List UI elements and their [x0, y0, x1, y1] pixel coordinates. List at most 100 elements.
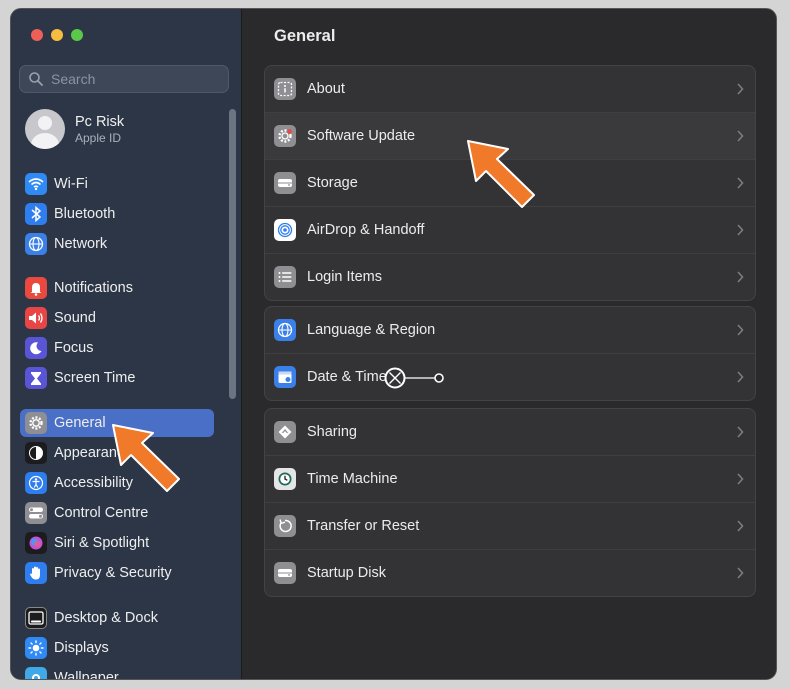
chevron-right-icon	[737, 83, 744, 95]
accessibility-icon	[25, 472, 47, 494]
row-label: Time Machine	[307, 471, 398, 487]
siri-icon	[25, 532, 47, 554]
row-label: AirDrop & Handoff	[307, 222, 425, 238]
speaker-icon	[25, 307, 47, 329]
sidebar-item-label: Bluetooth	[54, 206, 116, 222]
sidebar-item-desktop-dock[interactable]: Desktop & Dock	[20, 604, 214, 632]
moon-icon	[25, 337, 47, 359]
hand-icon	[25, 562, 47, 584]
row-language-region[interactable]: Language & Region	[265, 307, 755, 353]
row-label: Transfer or Reset	[307, 518, 420, 534]
sidebar-item-notifications[interactable]: Notifications	[20, 274, 214, 302]
row-label: Startup Disk	[307, 565, 386, 581]
apple-id-account[interactable]: Pc Risk Apple ID	[25, 109, 124, 149]
search-icon	[29, 72, 43, 86]
page-title: General	[274, 27, 336, 45]
sharing-icon	[274, 421, 296, 443]
sidebar-item-label: Displays	[54, 640, 109, 656]
row-transfer-reset[interactable]: Transfer or Reset	[265, 502, 755, 549]
system-settings-window: Pc Risk Apple ID Wi-Fi Bluetooth Network	[10, 8, 777, 680]
sidebar-item-label: Notifications	[54, 280, 133, 296]
settings-group-locale: Language & Region Date & Time	[264, 306, 756, 401]
reset-icon	[274, 515, 296, 537]
chevron-right-icon	[737, 426, 744, 438]
sidebar-item-sound[interactable]: Sound	[20, 304, 214, 332]
clock-icon	[274, 468, 296, 490]
close-button[interactable]	[31, 29, 43, 41]
disk-icon	[274, 172, 296, 194]
row-time-machine[interactable]: Time Machine	[265, 455, 755, 502]
chevron-right-icon	[737, 177, 744, 189]
sidebar-item-label: Screen Time	[54, 370, 136, 386]
dock-icon	[25, 607, 47, 629]
row-label: Language & Region	[307, 322, 436, 338]
sidebar-item-displays[interactable]: Displays	[20, 634, 214, 662]
row-sharing[interactable]: Sharing	[265, 409, 755, 455]
main-pane: General About Software Update Storage Ai…	[242, 9, 776, 679]
sidebar-item-label: Focus	[54, 340, 94, 356]
row-label: Login Items	[307, 269, 382, 285]
chevron-right-icon	[737, 324, 744, 336]
sidebar-item-control-centre[interactable]: Control Centre	[20, 499, 214, 527]
calendar-icon	[274, 366, 296, 388]
sidebar-item-network[interactable]: Network	[20, 230, 214, 258]
sidebar-scrollbar[interactable]	[229, 109, 236, 399]
row-about[interactable]: About	[265, 66, 755, 112]
toggles-icon	[25, 502, 47, 524]
sidebar-item-focus[interactable]: Focus	[20, 334, 214, 362]
appearance-icon	[25, 442, 47, 464]
row-label: About	[307, 81, 345, 97]
cursor-crosshair-icon	[384, 367, 444, 389]
minimize-button[interactable]	[51, 29, 63, 41]
gear-badge-icon	[274, 125, 296, 147]
sidebar-item-wifi[interactable]: Wi-Fi	[20, 170, 214, 198]
search-input[interactable]	[49, 70, 223, 88]
settings-group-maintenance: Sharing Time Machine Transfer or Reset S…	[264, 408, 756, 597]
row-label: Storage	[307, 175, 358, 191]
sidebar-item-privacy-security[interactable]: Privacy & Security	[20, 559, 214, 587]
avatar	[25, 109, 65, 149]
row-startup-disk[interactable]: Startup Disk	[265, 549, 755, 596]
sidebar-item-label: Wallpaper	[54, 670, 119, 680]
search-field[interactable]	[19, 65, 229, 93]
chevron-right-icon	[737, 371, 744, 383]
hourglass-icon	[25, 367, 47, 389]
globe-icon	[274, 319, 296, 341]
row-date-time[interactable]: Date & Time	[265, 353, 755, 400]
info-icon	[274, 78, 296, 100]
chevron-right-icon	[737, 130, 744, 142]
sidebar: Pc Risk Apple ID Wi-Fi Bluetooth Network	[11, 9, 242, 679]
zoom-button[interactable]	[71, 29, 83, 41]
account-name: Pc Risk	[75, 113, 125, 130]
row-login-items[interactable]: Login Items	[265, 253, 755, 300]
bell-icon	[25, 277, 47, 299]
gear-icon	[25, 412, 47, 434]
row-label: Sharing	[307, 424, 357, 440]
chevron-right-icon	[737, 224, 744, 236]
chevron-right-icon	[737, 271, 744, 283]
globe-icon	[25, 233, 47, 255]
sidebar-item-siri-spotlight[interactable]: Siri & Spotlight	[20, 529, 214, 557]
airdrop-icon	[274, 219, 296, 241]
chevron-right-icon	[737, 567, 744, 579]
annotation-arrow-software-update	[467, 140, 535, 208]
annotation-arrow-general	[112, 424, 180, 492]
sidebar-item-wallpaper[interactable]: Wallpaper	[20, 664, 214, 680]
chevron-right-icon	[737, 473, 744, 485]
wallpaper-icon	[25, 667, 47, 679]
sidebar-item-label: General	[54, 415, 106, 431]
sidebar-item-label: Network	[54, 236, 108, 252]
disk-icon	[274, 562, 296, 584]
row-label: Software Update	[307, 128, 416, 144]
sidebar-item-label: Desktop & Dock	[54, 610, 158, 626]
traffic-lights	[31, 29, 83, 41]
list-icon	[274, 266, 296, 288]
wifi-icon	[25, 173, 47, 195]
sidebar-item-bluetooth[interactable]: Bluetooth	[20, 200, 214, 228]
sidebar-item-label: Control Centre	[54, 505, 149, 521]
sidebar-item-label: Sound	[54, 310, 96, 326]
chevron-right-icon	[737, 520, 744, 532]
row-label: Date & Time	[307, 369, 387, 385]
sidebar-item-label: Siri & Spotlight	[54, 535, 150, 551]
sidebar-item-screen-time[interactable]: Screen Time	[20, 364, 214, 392]
